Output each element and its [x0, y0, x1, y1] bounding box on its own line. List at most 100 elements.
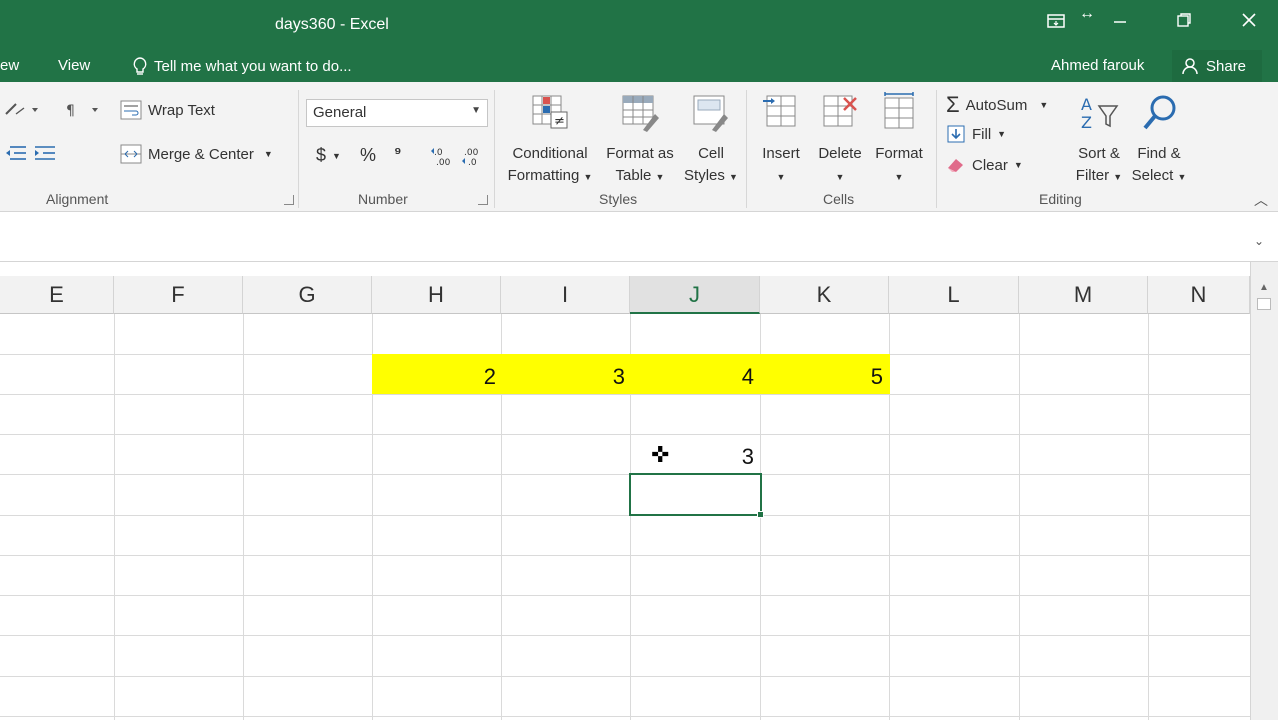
conditional-formatting-icon: ≠	[532, 95, 568, 129]
percent-style-button[interactable]: %	[360, 145, 376, 166]
group-divider	[494, 90, 495, 208]
clear-label: Clear	[972, 156, 1008, 174]
column-header-k[interactable]: K	[760, 276, 889, 314]
alignment-dialog-launcher-icon[interactable]	[284, 195, 294, 205]
increase-decimal-button[interactable]: .0.00	[430, 145, 454, 167]
percent-icon: %	[360, 145, 377, 165]
chevron-down-icon: ▼	[471, 105, 481, 116]
collapse-ribbon-icon[interactable]: ︿	[1254, 190, 1268, 210]
accounting-format-button[interactable]: $ ▼	[316, 145, 341, 166]
svg-text:≠: ≠	[554, 114, 565, 129]
chevron-down-icon[interactable]: ▼	[264, 149, 273, 159]
gridline	[0, 595, 1250, 596]
chevron-down-icon: ▼	[332, 150, 341, 161]
cell-i-value[interactable]: 3	[505, 364, 625, 390]
share-button[interactable]: Share	[1172, 50, 1262, 82]
format-as-table-label-1: Format as	[606, 145, 674, 162]
group-divider	[936, 90, 937, 208]
column-header-e[interactable]: E	[0, 276, 114, 314]
decrease-decimal-button[interactable]: .00.0	[460, 145, 484, 167]
column-header-n[interactable]: N	[1148, 276, 1250, 314]
format-cells-icon	[884, 92, 914, 129]
number-group-label: Number	[358, 191, 408, 207]
column-header-g[interactable]: G	[243, 276, 372, 314]
delete-label: Delete	[818, 145, 862, 162]
formula-input[interactable]	[0, 226, 1250, 256]
autosum-button[interactable]: Σ AutoSum ▼	[946, 92, 1048, 118]
column-header-j[interactable]: J	[630, 276, 760, 314]
format-as-table-label-2: Table	[615, 167, 652, 184]
fill-handle[interactable]	[757, 511, 764, 518]
tab-view[interactable]: View	[58, 57, 90, 74]
decrease-decimal-icon: .00.0	[462, 148, 479, 167]
worksheet-grid[interactable]: E F G H I J K L M N 2 3 4 5 3 ✜	[0, 276, 1250, 720]
insert-cells-button[interactable]: Insert ▼	[756, 92, 806, 188]
scroll-thumb[interactable]	[1257, 298, 1271, 310]
wrap-text-icon	[120, 100, 142, 120]
wrap-text-button[interactable]: Wrap Text	[120, 100, 215, 120]
active-cell[interactable]	[629, 473, 762, 516]
formula-bar: ⌄	[0, 212, 1278, 262]
cell-styles-label-2: Styles	[684, 167, 725, 184]
column-header-i[interactable]: I	[501, 276, 630, 314]
gridline	[0, 716, 1250, 717]
format-as-table-button[interactable]: Format as Table ▼	[601, 92, 679, 188]
ribbon: ¶ Wrap Text Merge & Center ▼ Alignment G…	[0, 82, 1278, 212]
expand-formula-bar-icon[interactable]: ⌄	[1254, 234, 1264, 248]
merge-center-label: Merge & Center	[148, 145, 254, 163]
insert-label: Insert	[762, 145, 800, 162]
fill-button[interactable]: Fill ▼	[946, 124, 1006, 144]
clear-button[interactable]: Clear ▼	[946, 156, 1023, 174]
column-header-m[interactable]: M	[1019, 276, 1148, 314]
chevron-down-icon: ▼	[1039, 100, 1049, 110]
find-select-button[interactable]: Find & Select ▼	[1128, 92, 1190, 188]
sort-filter-icon: AZ	[1081, 95, 1119, 132]
cell-j-value[interactable]: 4	[634, 364, 754, 390]
svg-text:Z: Z	[1081, 113, 1092, 132]
vertical-scrollbar[interactable]: ▲	[1250, 262, 1278, 720]
format-cells-button[interactable]: Format ▼	[870, 92, 928, 188]
user-name[interactable]: Ahmed farouk	[1051, 57, 1144, 74]
title-bar: days360 - Excel ↔	[0, 0, 1278, 50]
cell-h-value[interactable]: 2	[376, 364, 496, 390]
paragraph-icon: ¶	[66, 103, 98, 118]
conditional-formatting-button[interactable]: ≠ Conditional Formatting ▼	[503, 92, 597, 188]
minimize-button[interactable]	[1108, 12, 1132, 36]
delete-cells-button[interactable]: Delete ▼	[814, 92, 866, 188]
column-header-h[interactable]: H	[372, 276, 501, 314]
comma-style-button[interactable]: ⁹	[394, 145, 402, 163]
increase-indent-button[interactable]	[33, 144, 57, 162]
chevron-down-icon: ▼	[1013, 160, 1023, 170]
cell-k-value[interactable]: 5	[763, 364, 883, 390]
delete-cells-icon	[823, 95, 857, 127]
chevron-down-icon: ▼	[655, 172, 665, 182]
cell-styles-button[interactable]: Cell Styles ▼	[682, 92, 740, 188]
column-header-f[interactable]: F	[114, 276, 243, 314]
cell-styles-icon	[693, 95, 728, 132]
tab-review[interactable]: ew	[0, 57, 19, 74]
svg-text:.0: .0	[434, 148, 443, 158]
close-button[interactable]	[1237, 12, 1261, 36]
orientation-icon	[5, 103, 38, 115]
wrap-text-label: Wrap Text	[148, 101, 215, 119]
column-header-l[interactable]: L	[889, 276, 1019, 314]
sort-filter-button[interactable]: AZ Sort & Filter ▼	[1070, 92, 1128, 188]
scroll-up-icon[interactable]: ▲	[1259, 282, 1269, 293]
chevron-down-icon: ▼	[894, 172, 904, 182]
restore-button[interactable]	[1172, 12, 1196, 36]
gridline	[0, 394, 1250, 395]
text-direction-button[interactable]: ¶	[64, 102, 100, 118]
eraser-icon	[948, 159, 963, 172]
fill-down-icon	[947, 125, 965, 143]
gridline	[243, 314, 244, 720]
merge-center-button[interactable]: Merge & Center ▼	[120, 144, 273, 164]
tell-me-box[interactable]: Tell me what you want to do...	[132, 56, 352, 76]
orientation-button[interactable]	[4, 102, 38, 118]
alignment-group-label: Alignment	[46, 191, 109, 207]
chevron-down-icon: ▼	[1113, 172, 1123, 182]
number-format-select[interactable]: General ▼	[306, 99, 488, 127]
number-dialog-launcher-icon[interactable]	[478, 195, 488, 205]
decrease-indent-button[interactable]	[4, 144, 28, 162]
sort-filter-label-2: Filter	[1075, 167, 1110, 184]
ribbon-display-options-icon[interactable]	[1044, 12, 1068, 36]
